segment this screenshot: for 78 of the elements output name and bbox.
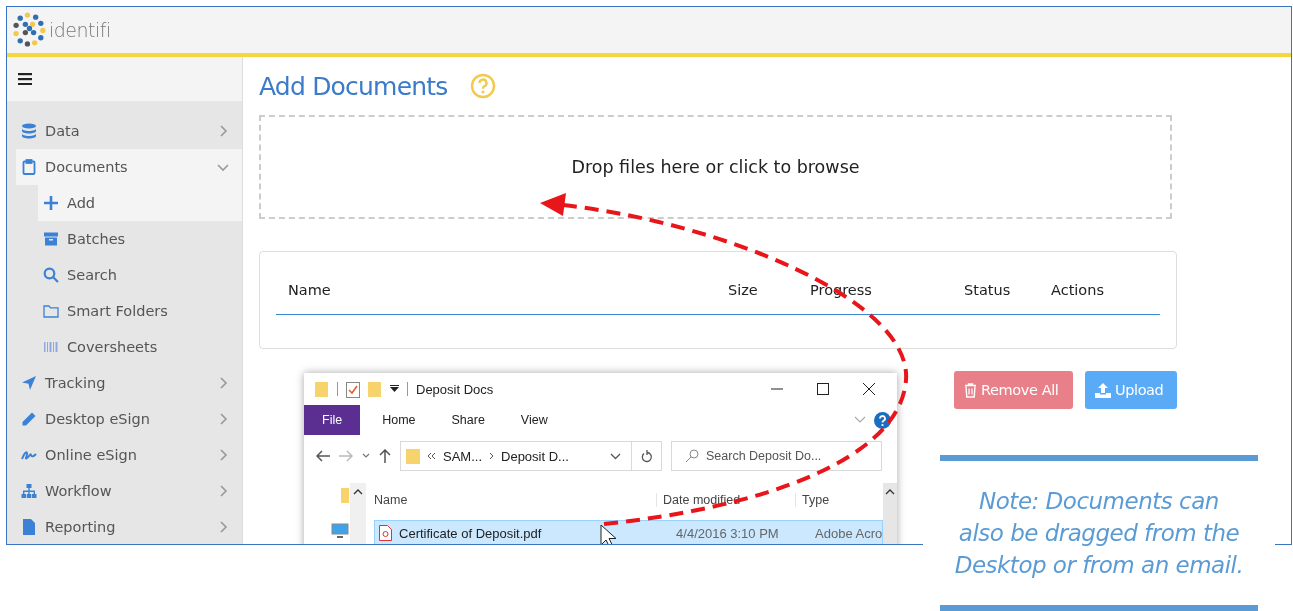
file-row[interactable]: Certificate of Deposit.pdf 4/4/2016 3:10 PM Adobe Acro — [374, 520, 884, 544]
folder-icon — [368, 380, 382, 398]
column-header: Name — [287, 282, 332, 300]
chevron-right-icon — [217, 449, 229, 461]
column-header: Actions — [1051, 282, 1104, 300]
menu-icon[interactable] — [18, 73, 32, 85]
pen-icon — [21, 411, 37, 427]
trash-icon — [964, 382, 977, 398]
chevron-right-icon — [217, 125, 229, 137]
address-bar[interactable]: SAM... Deposit D... — [400, 441, 632, 471]
chevron-right-icon — [217, 413, 229, 425]
pdf-file-icon — [379, 525, 393, 541]
search-icon — [685, 449, 699, 463]
archive-icon — [43, 231, 59, 247]
db-icon — [21, 123, 37, 139]
column-header: Progress — [810, 282, 873, 300]
note-text: Note: Documents can — [979, 487, 1219, 516]
refresh-icon — [640, 449, 653, 463]
folder-icon — [315, 380, 329, 398]
sidebar-subitem[interactable]: Coversheets — [38, 329, 242, 365]
sidebar-item[interactable]: Tracking — [16, 365, 242, 401]
up-arrow-icon[interactable] — [379, 449, 391, 463]
help-icon[interactable] — [874, 411, 891, 429]
search-field[interactable]: Search Deposit Do... — [671, 441, 882, 471]
logo-icon — [13, 12, 47, 48]
sidebar-item[interactable]: Desktop eSign — [16, 401, 242, 437]
ribbon-tab[interactable]: Share — [437, 405, 499, 435]
chevron-down-icon — [217, 161, 229, 173]
column-header: Size — [728, 282, 759, 300]
folder-icon — [43, 303, 59, 319]
upload-icon — [1095, 382, 1111, 398]
sidebar-subitem[interactable]: Batches — [38, 221, 242, 257]
note-text: also be dragged from the — [958, 519, 1240, 548]
maximize-icon[interactable] — [817, 383, 829, 395]
chevron-right-icon — [217, 521, 229, 533]
column-header[interactable]: Date modified — [656, 493, 796, 507]
sidebar-subitem[interactable]: Smart Folders — [38, 293, 242, 329]
chevron-right-icon — [489, 452, 494, 460]
search-icon — [43, 267, 59, 283]
close-icon[interactable] — [863, 383, 875, 395]
chevron-right-icon — [217, 485, 229, 497]
folder-icon — [341, 487, 349, 504]
dropdown-icon[interactable] — [390, 385, 399, 393]
sidebar-item[interactable]: Documents — [16, 149, 242, 185]
plus-icon — [43, 195, 59, 211]
checklist-icon — [346, 380, 360, 398]
double-chevron-icon — [427, 452, 436, 460]
column-header[interactable]: Name — [374, 493, 657, 507]
back-arrow-icon[interactable] — [316, 450, 330, 462]
folder-icon — [406, 447, 420, 465]
ribbon-tab[interactable]: File — [304, 405, 361, 435]
scrollbar[interactable] — [350, 483, 366, 544]
path-crumb[interactable]: Deposit D... — [501, 448, 569, 464]
chevron-right-icon — [217, 377, 229, 389]
logo-text: identifi — [49, 19, 111, 41]
sidebar-item[interactable]: Online eSign — [16, 437, 242, 473]
sidebar-item[interactable]: Workflow — [16, 473, 242, 509]
column-header: Status — [964, 282, 1012, 300]
sidebar-item[interactable]: Data — [16, 113, 242, 149]
column-header[interactable]: Type — [795, 493, 830, 507]
scroll-up-icon[interactable] — [353, 489, 363, 495]
barcode-icon — [43, 339, 59, 355]
sidebar-subitem[interactable]: Add — [38, 185, 242, 221]
ribbon-tab[interactable]: Home — [368, 405, 430, 435]
note-text: Desktop or from an email. — [954, 551, 1244, 580]
path-crumb[interactable]: SAM... — [443, 448, 482, 464]
sidebar-item[interactable]: Reporting — [16, 509, 242, 544]
refresh-button[interactable] — [632, 441, 662, 471]
chevron-down-icon[interactable] — [610, 452, 621, 460]
scrollbar[interactable] — [883, 483, 897, 544]
page-title: Add Documents — [259, 71, 448, 101]
chevron-down-icon[interactable] — [362, 453, 370, 459]
file-icon — [21, 519, 37, 535]
computer-icon — [331, 523, 349, 539]
window-title: Deposit Docs — [416, 381, 494, 397]
ribbon-tab[interactable]: View — [506, 405, 562, 435]
sidebar-subitem[interactable]: Search — [38, 257, 242, 293]
scroll-up-icon[interactable] — [885, 489, 896, 495]
